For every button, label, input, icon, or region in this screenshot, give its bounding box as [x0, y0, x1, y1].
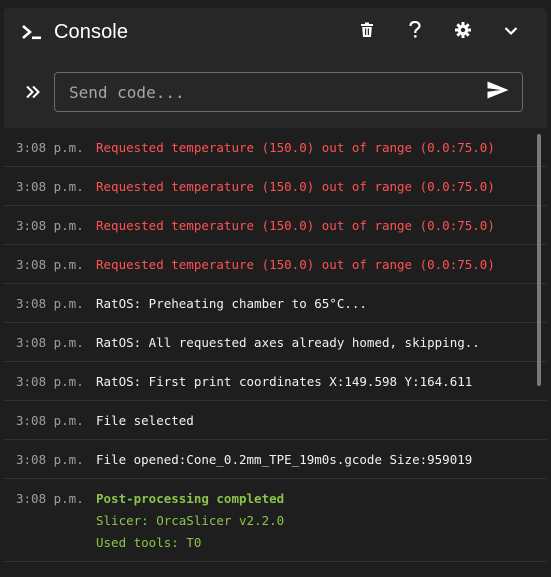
log-entry: 3:08 p.m. File selected	[4, 401, 547, 440]
console-prompt-icon	[20, 20, 44, 44]
log-message-line: Requested temperature (150.0) out of ran…	[96, 257, 495, 272]
log-scrollbar[interactable]	[537, 134, 541, 386]
question-mark-icon	[409, 20, 421, 44]
log-timestamp: 3:08 p.m.	[16, 140, 84, 155]
log-message-line: File selected	[96, 413, 194, 428]
panel-title: Console	[54, 20, 129, 43]
console-header: Console	[4, 8, 547, 56]
log-entry: 3:08 p.m. RatOS: First print coordinates …	[4, 362, 547, 401]
send-button[interactable]	[482, 76, 514, 108]
log-message-line: RatOS: All requested axes already homed,…	[96, 335, 480, 350]
log-timestamp: 3:08 p.m.	[16, 491, 84, 506]
log-entry: 3:08 p.m. RatOS: Preheating chamber to 65…	[4, 284, 547, 323]
collapse-button[interactable]	[487, 8, 535, 56]
log-message: Requested temperature (150.0) out of ran…	[96, 179, 495, 195]
log-message: Requested temperature (150.0) out of ran…	[96, 257, 495, 273]
log-timestamp: 3:08 p.m.	[16, 374, 84, 389]
log-message: Post-processing completed Slicer: OrcaSli…	[96, 491, 284, 551]
log-message-line: Requested temperature (150.0) out of ran…	[96, 179, 495, 194]
double-chevron-right-icon	[18, 77, 48, 107]
log-entry: 3:08 p.m. Requested temperature (150.0) o…	[4, 245, 547, 284]
clear-console-button[interactable]	[343, 8, 391, 56]
log-message: File opened:Cone_0.2mm_TPE_19m0s.gcode S…	[96, 452, 472, 468]
log-timestamp: 3:08 p.m.	[16, 218, 84, 233]
log-message-line: Post-processing completed	[96, 491, 285, 506]
log-message: RatOS: Preheating chamber to 65°C...	[96, 296, 367, 312]
log-message-line: Requested temperature (150.0) out of ran…	[96, 218, 495, 233]
log-message-line: Requested temperature (150.0) out of ran…	[96, 140, 495, 155]
log-message: Requested temperature (150.0) out of ran…	[96, 140, 495, 156]
gear-icon	[455, 21, 471, 43]
log-timestamp: 3:08 p.m.	[16, 296, 84, 311]
trash-icon	[360, 22, 374, 43]
log-message-line: Slicer: OrcaSlicer v2.2.0	[96, 513, 285, 528]
settings-button[interactable]	[439, 8, 487, 56]
log-entry: 3:08 p.m. Post-processing completed Slicer…	[4, 479, 547, 562]
log-timestamp: 3:08 p.m.	[16, 257, 84, 272]
log-timestamp: 3:08 p.m.	[16, 452, 84, 467]
log-message-line: Used tools: T0	[96, 535, 202, 550]
log-message-line: RatOS: Preheating chamber to 65°C...	[96, 296, 367, 311]
log-timestamp: 3:08 p.m.	[16, 413, 84, 428]
chevron-down-icon	[504, 23, 518, 41]
log-message-line: File opened:Cone_0.2mm_TPE_19m0s.gcode S…	[96, 452, 473, 467]
log-message: RatOS: First print coordinates X:149.598…	[96, 374, 472, 390]
log-entry: 3:08 p.m. Requested temperature (150.0) o…	[4, 167, 547, 206]
console-log: 3:08 p.m. Requested temperature (150.0) o…	[4, 128, 547, 577]
send-code-input[interactable]	[67, 81, 482, 103]
log-entry: 3:08 p.m. Requested temperature (150.0) o…	[4, 128, 547, 167]
log-entry: 3:08 p.m. Requested temperature (150.0) o…	[4, 206, 547, 245]
log-timestamp: 3:08 p.m.	[16, 179, 84, 194]
send-code-field	[54, 72, 523, 112]
send-icon	[487, 81, 509, 104]
log-message: File selected	[96, 413, 194, 429]
console-panel: Console Send code... 3:08 p.m. Requested…	[4, 8, 547, 577]
help-button[interactable]	[391, 8, 439, 56]
log-timestamp: 3:08 p.m.	[16, 335, 84, 350]
log-message: RatOS: All requested axes already homed,…	[96, 335, 480, 351]
log-entry: 3:08 p.m. RatOS: All requested axes alrea…	[4, 323, 547, 362]
log-message: Requested temperature (150.0) out of ran…	[96, 218, 495, 234]
log-entry: 3:08 p.m. File opened:Cone_0.2mm_TPE_19m0…	[4, 440, 547, 479]
log-message-line: RatOS: First print coordinates X:149.598…	[96, 374, 473, 389]
send-code-row	[4, 56, 547, 128]
